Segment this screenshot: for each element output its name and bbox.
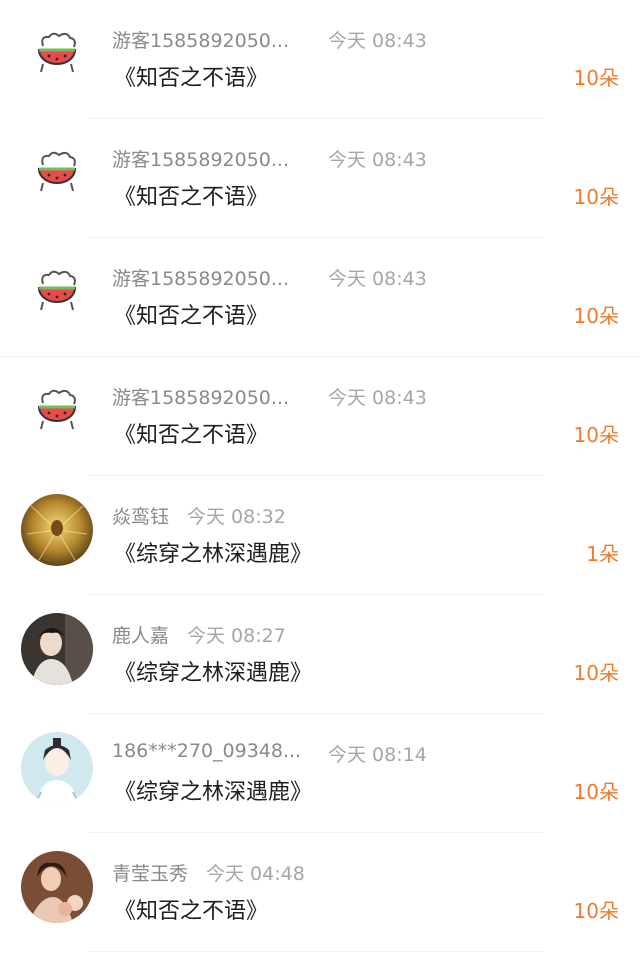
book-title[interactable]: 《综穿之林深遇鹿》 [114, 655, 312, 687]
gift-count: 10朵 [573, 661, 619, 685]
watermelon-bear-icon[interactable] [21, 137, 93, 209]
book-title[interactable]: 《综穿之林深遇鹿》 [114, 536, 312, 568]
timestamp: 今天 08:43 [328, 149, 427, 171]
item-meta: 鹿人嘉 今天 08:27 [112, 621, 286, 648]
item-meta: 焱鸾钰 今天 08:32 [112, 502, 286, 529]
book-title[interactable]: 《知否之不语》 [114, 179, 268, 211]
watermelon-bear-icon[interactable] [21, 256, 93, 328]
book-title[interactable]: 《知否之不语》 [114, 417, 268, 449]
list-item[interactable]: 游客1585892050... 今天 08:43 《知否之不语》 10朵 [0, 0, 640, 119]
item-meta: 游客1585892050... 今天 08:43 [112, 383, 427, 410]
gift-count: 10朵 [573, 899, 619, 923]
user-name[interactable]: 青莹玉秀 [112, 859, 188, 886]
watermelon-bear-icon[interactable] [21, 18, 93, 90]
watermelon-bear-icon[interactable] [21, 375, 93, 447]
list-item[interactable]: 游客1585892050... 今天 08:43 《知否之不语》 10朵 [0, 119, 640, 238]
book-title[interactable]: 《知否之不语》 [114, 298, 268, 330]
list-item[interactable]: 青莹玉秀 今天 04:48 《知否之不语》 10朵 [0, 833, 640, 952]
item-meta: 游客1585892050... 今天 08:43 [112, 26, 427, 53]
gift-count: 10朵 [573, 185, 619, 209]
item-meta: 186***270_09348... 今天 08:14 [112, 740, 427, 766]
list-item[interactable]: 游客1585892050... 今天 08:43 《知否之不语》 10朵 [0, 357, 640, 476]
gift-count: 10朵 [573, 66, 619, 90]
list-item[interactable]: 鹿人嘉 今天 08:27 《综穿之林深遇鹿》 10朵 [0, 595, 640, 714]
costume-portrait-avatar[interactable] [21, 613, 93, 685]
user-name[interactable]: 游客1585892050... [112, 145, 302, 172]
gift-count: 10朵 [573, 780, 619, 804]
gift-record-list: 游客1585892050... 今天 08:43 《知否之不语》 10朵 游客15… [0, 0, 640, 952]
item-meta: 青莹玉秀 今天 04:48 [112, 859, 305, 886]
book-title[interactable]: 《知否之不语》 [114, 893, 268, 925]
user-name[interactable]: 游客1585892050... [112, 264, 302, 291]
item-meta: 游客1585892050... 今天 08:43 [112, 145, 427, 172]
timestamp: 今天 08:43 [328, 268, 427, 290]
gift-count: 1朵 [586, 542, 619, 566]
photo-portrait-avatar[interactable] [21, 851, 93, 923]
divider [88, 951, 544, 952]
timestamp: 今天 08:14 [328, 744, 427, 766]
book-title[interactable]: 《综穿之林深遇鹿》 [114, 774, 312, 806]
user-name[interactable]: 186***270_09348... [112, 740, 302, 762]
anime-character-avatar[interactable] [21, 732, 93, 804]
list-item[interactable]: 186***270_09348... 今天 08:14 《综穿之林深遇鹿》 10朵 [0, 714, 640, 833]
item-meta: 游客1585892050... 今天 08:43 [112, 264, 427, 291]
timestamp: 今天 08:43 [328, 30, 427, 52]
timestamp: 今天 08:27 [187, 625, 286, 647]
user-name[interactable]: 游客1585892050... [112, 26, 302, 53]
timestamp: 今天 08:43 [328, 387, 427, 409]
gift-count: 10朵 [573, 423, 619, 447]
gift-count: 10朵 [573, 304, 619, 328]
book-title[interactable]: 《知否之不语》 [114, 60, 268, 92]
timestamp: 今天 04:48 [206, 863, 305, 885]
user-name[interactable]: 焱鸾钰 [112, 502, 169, 529]
user-name[interactable]: 鹿人嘉 [112, 621, 169, 648]
list-item[interactable]: 游客1585892050... 今天 08:43 《知否之不语》 10朵 [0, 238, 640, 357]
timestamp: 今天 08:32 [187, 506, 286, 528]
list-item[interactable]: 焱鸾钰 今天 08:32 《综穿之林深遇鹿》 1朵 [0, 476, 640, 595]
user-name[interactable]: 游客1585892050... [112, 383, 302, 410]
golden-figure-avatar[interactable] [21, 494, 93, 566]
